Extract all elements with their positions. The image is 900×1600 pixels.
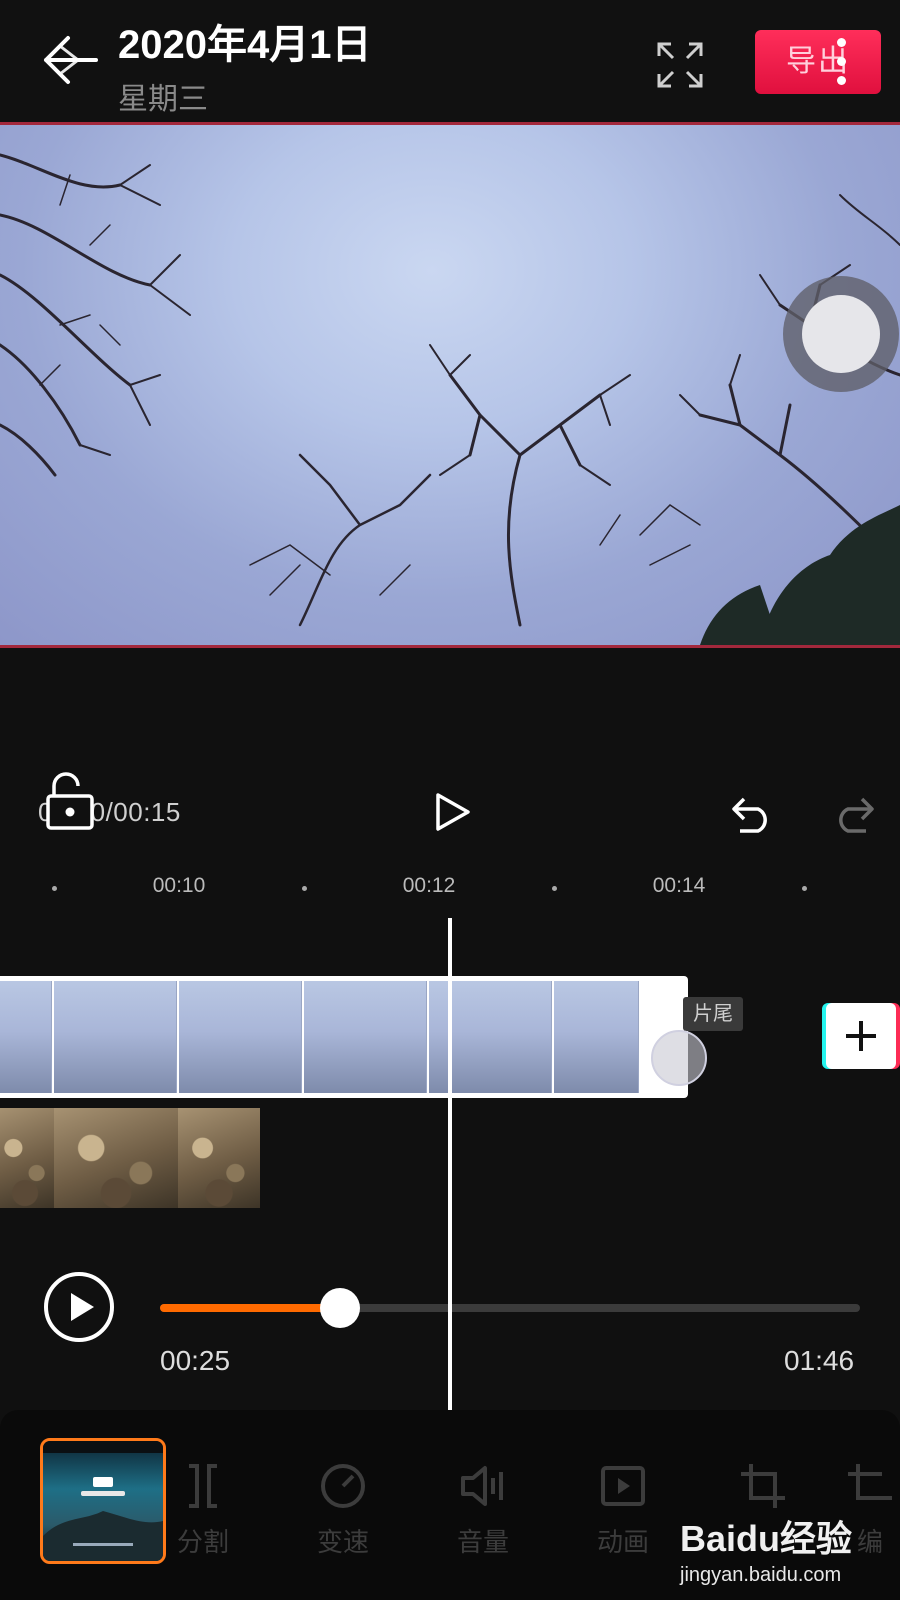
floating-assist-button[interactable] (783, 276, 899, 392)
tick-label: 00:10 (152, 874, 206, 897)
timeline-ruler[interactable]: 00:10 00:12 00:14 (0, 862, 900, 902)
clip-frame (178, 1108, 260, 1208)
progress-slider[interactable] (160, 1288, 860, 1328)
volume-icon (461, 1466, 503, 1506)
tick-dot (302, 886, 307, 891)
tick-dot (52, 886, 57, 891)
back-arrow-icon (44, 36, 98, 84)
video-preview[interactable] (0, 122, 900, 648)
page-title: 2020年4月1日 (118, 23, 372, 67)
progress-fill (160, 1304, 340, 1312)
clip-frame (0, 981, 52, 1093)
split-icon (189, 1464, 217, 1508)
tree-branches-image (0, 153, 900, 645)
play-icon (436, 793, 470, 831)
speed-icon (321, 1464, 365, 1508)
tick-label: 00:14 (652, 874, 706, 897)
animation-tool-button[interactable]: 动画 (573, 1460, 673, 1559)
progress-total-time: 01:46 (784, 1345, 855, 1376)
clip-frame (54, 1108, 179, 1208)
plus-icon (846, 1021, 876, 1051)
undo-icon (732, 797, 767, 833)
fullscreen-button[interactable] (655, 40, 705, 90)
animation-icon (601, 1466, 645, 1506)
more-dot-icon (837, 38, 846, 47)
play-circle-icon (44, 1272, 114, 1342)
page-subtitle: 星期三 (118, 83, 208, 116)
timeline-playhead[interactable] (448, 918, 452, 1418)
edit-icon (848, 1464, 892, 1500)
watermark-logo: Baidu经验 (680, 1518, 853, 1559)
tail-clip-label[interactable]: 片尾 (683, 997, 743, 1031)
redo-icon (839, 797, 874, 833)
tick-label: 00:12 (402, 874, 456, 897)
lock-button[interactable] (44, 772, 96, 830)
tick-dot (802, 886, 807, 891)
clip-frame (304, 981, 427, 1093)
clip-frame (179, 981, 302, 1093)
fullscreen-icon (657, 42, 703, 88)
selected-clip-thumbnail[interactable] (40, 1438, 166, 1564)
clip-trim-handle[interactable] (651, 1030, 707, 1086)
progress-current-time: 00:25 (160, 1345, 231, 1376)
secondary-video-clip[interactable] (0, 1108, 260, 1208)
progress-play-button[interactable] (42, 1270, 116, 1344)
watermark-url: jingyan.baidu.com (680, 1564, 842, 1586)
tick-dot (552, 886, 557, 891)
speed-tool-button[interactable]: 变速 (293, 1460, 393, 1559)
tool-label: 变速 (316, 1527, 369, 1557)
crop-icon (741, 1464, 785, 1508)
split-tool-button[interactable]: 分割 (153, 1460, 253, 1559)
progress-knob[interactable] (319, 1288, 360, 1328)
redo-button[interactable] (830, 793, 876, 833)
baidu-watermark: Baidu经验 jingyan.baidu.com (680, 1510, 852, 1587)
export-button[interactable]: 导出 (755, 30, 881, 94)
clip-frame (54, 981, 177, 1093)
main-video-clip[interactable] (0, 976, 688, 1098)
back-button[interactable] (38, 28, 102, 92)
more-menu-button[interactable] (832, 36, 852, 88)
preview-play-button[interactable] (430, 790, 474, 834)
more-dot-icon (837, 76, 846, 85)
tool-label: 音量 (456, 1527, 509, 1557)
add-clip-button[interactable] (826, 1003, 896, 1069)
unlock-icon (46, 772, 94, 830)
tool-label: 分割 (176, 1527, 229, 1557)
more-dot-icon (837, 57, 846, 66)
thumbnail-image (43, 1441, 163, 1561)
clip-frame (554, 981, 639, 1093)
volume-tool-button[interactable]: 音量 (433, 1460, 533, 1559)
tool-label: 动画 (596, 1527, 649, 1557)
clip-frame (0, 1108, 55, 1208)
undo-button[interactable] (730, 793, 776, 833)
